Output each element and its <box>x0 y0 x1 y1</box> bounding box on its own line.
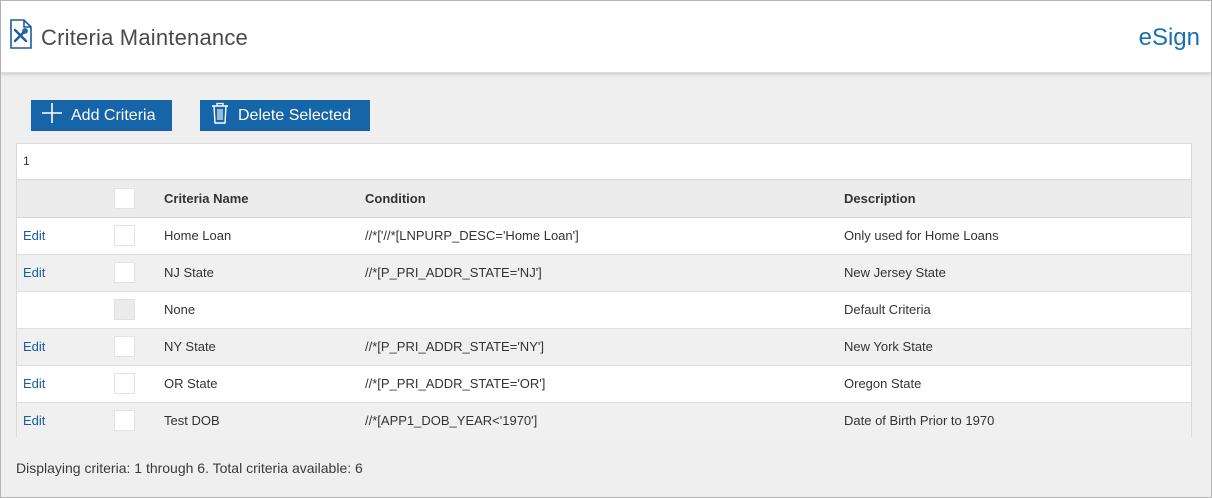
criteria-condition <box>365 291 844 328</box>
app-window: Criteria Maintenance eSign Add Criteria … <box>0 0 1212 498</box>
criteria-description: Only used for Home Loans <box>844 228 999 243</box>
row-checkbox[interactable] <box>114 225 135 246</box>
criteria-description: Date of Birth Prior to 1970 <box>844 413 995 429</box>
table-row: Edit NY State //*[P_PRI_ADDR_STATE='NY']… <box>17 328 1191 365</box>
criteria-condition: //*[P_PRI_ADDR_STATE='NJ'] <box>365 265 542 280</box>
criteria-description: New York State <box>844 339 933 354</box>
row-checkbox[interactable] <box>114 262 135 283</box>
brand-logo: eSign <box>1138 24 1200 51</box>
plus-icon <box>41 102 63 129</box>
page-header: Criteria Maintenance eSign <box>1 1 1211 73</box>
column-header-edit <box>17 180 114 218</box>
edit-link[interactable]: Edit <box>23 228 45 243</box>
criteria-description: Oregon State <box>844 376 922 391</box>
criteria-description: New Jersey State <box>844 265 946 280</box>
criteria-description: Default Criteria <box>844 302 931 317</box>
edit-link[interactable]: Edit <box>23 265 45 280</box>
criteria-name: NY State <box>164 339 216 354</box>
column-header-select <box>114 180 164 218</box>
column-header-condition: Condition <box>365 180 844 218</box>
criteria-condition: //*['//*[LNPURP_DESC='Home Loan'] <box>365 228 579 243</box>
criteria-panel: 1 Criteria Name Condition Description Ed… <box>16 143 1192 439</box>
edit-link[interactable]: Edit <box>23 376 45 391</box>
column-header-criteria-name: Criteria Name <box>164 180 365 218</box>
table-header-row: Criteria Name Condition Description <box>17 180 1191 218</box>
select-all-checkbox[interactable] <box>114 187 135 209</box>
table-row: Edit Test DOB //*[APP1_DOB_YEAR<'1970'] … <box>17 402 1191 439</box>
delete-selected-label: Delete Selected <box>238 106 351 124</box>
row-checkbox[interactable] <box>114 373 135 394</box>
pager: 1 <box>17 144 1191 180</box>
criteria-condition: //*[P_PRI_ADDR_STATE='NY'] <box>365 339 544 354</box>
row-checkbox[interactable] <box>114 336 135 357</box>
criteria-name: OR State <box>164 376 218 391</box>
criteria-condition: //*[P_PRI_ADDR_STATE='OR'] <box>365 376 546 391</box>
column-header-description: Description <box>844 180 1191 218</box>
criteria-condition: //*[APP1_DOB_YEAR<'1970'] <box>365 413 538 429</box>
table-row: Edit OR State //*[P_PRI_ADDR_STATE='OR']… <box>17 365 1191 402</box>
criteria-name: Home Loan <box>164 228 232 243</box>
criteria-name: Test DOB <box>164 413 220 429</box>
add-criteria-button[interactable]: Add Criteria <box>31 100 172 131</box>
trash-icon <box>210 102 230 129</box>
edit-link[interactable]: Edit <box>23 339 45 354</box>
table-row: None Default Criteria <box>17 291 1191 328</box>
table-row: Edit NJ State //*[P_PRI_ADDR_STATE='NJ']… <box>17 254 1191 291</box>
row-checkbox-disabled <box>114 299 135 320</box>
criteria-name: NJ State <box>164 265 214 280</box>
table-row: Edit Home Loan //*['//*[LNPURP_DESC='Hom… <box>17 217 1191 254</box>
row-checkbox[interactable] <box>114 410 135 432</box>
document-tools-icon <box>9 19 33 49</box>
status-text: Displaying criteria: 1 through 6. Total … <box>16 460 363 476</box>
edit-link[interactable]: Edit <box>23 413 45 428</box>
add-criteria-label: Add Criteria <box>71 106 156 124</box>
page-number[interactable]: 1 <box>23 154 30 168</box>
delete-selected-button[interactable]: Delete Selected <box>200 100 370 131</box>
page-title: Criteria Maintenance <box>41 25 248 50</box>
criteria-table: Criteria Name Condition Description Edit… <box>17 180 1191 439</box>
criteria-name: None <box>164 302 196 317</box>
